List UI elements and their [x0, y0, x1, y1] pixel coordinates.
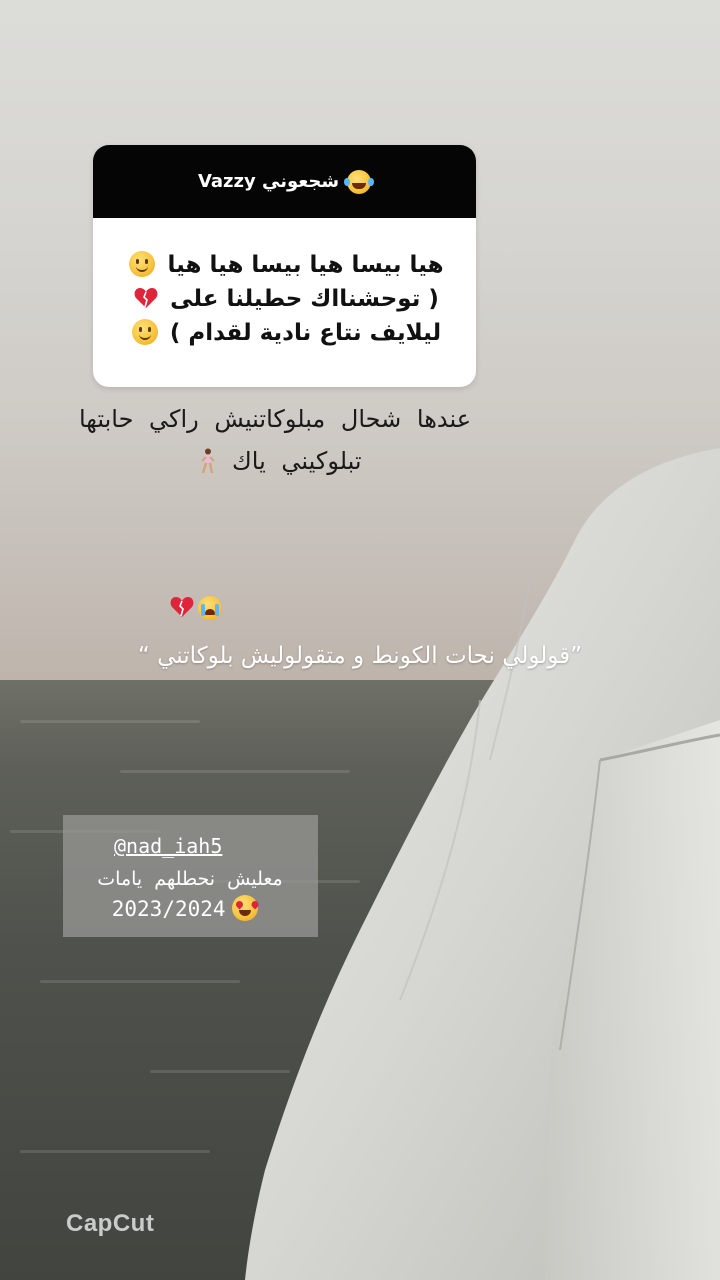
slightly-smiling-face-icon	[129, 251, 156, 277]
question-sticker[interactable]: شجعوني Vazzy هيا بيسا هيا بيسا هيا هيا (…	[93, 145, 476, 387]
mention-years: 2023/2024	[80, 893, 290, 925]
question-sticker-header: شجعوني Vazzy	[93, 145, 476, 218]
quote-text: ”قولولي نحات الكونط و متقولوليش بلوكاتني…	[137, 643, 583, 669]
caption-line-1: عندها شحال مبلوكاتنيش راكي حابتها	[78, 405, 472, 433]
question-line-1: هيا بيسا هيا بيسا هيا هيا	[123, 248, 446, 282]
broken-heart-icon	[134, 287, 158, 309]
question-sticker-title: شجعوني Vazzy	[197, 171, 340, 192]
woman-walking-icon	[198, 447, 216, 474]
question-line-2: ( توحشنااك حطيلنا على	[123, 282, 446, 316]
smiling-face-with-heart-eyes-icon	[232, 895, 259, 921]
slightly-smiling-face-icon	[131, 319, 158, 345]
loudly-crying-face-icon	[198, 596, 222, 620]
face-with-tears-of-joy-icon	[344, 169, 372, 194]
question-line-1-text: هيا بيسا هيا بيسا هيا هيا	[167, 252, 444, 278]
mention-handle[interactable]: @nad_iah5	[114, 834, 222, 858]
question-line-3-text: ليلايف نتاع نادية لقدام )	[169, 320, 442, 346]
broken-heart-icon	[170, 596, 194, 618]
caption-line-2-text: تبلوكيني ياك	[232, 447, 362, 475]
caption-line-2: تبلوكيني ياك	[160, 442, 400, 480]
question-sticker-body: هيا بيسا هيا بيسا هيا هيا ( توحشنااك حطي…	[93, 218, 476, 350]
question-line-2-text: ( توحشنااك حطيلنا على	[170, 286, 439, 312]
question-line-3: ليلايف نتاع نادية لقدام )	[123, 316, 446, 350]
mention-caption: معليش نحطلهم يامات	[97, 868, 283, 890]
years-text: 2023/2024	[111, 897, 226, 921]
quote-emojis	[170, 596, 222, 620]
capcut-watermark: CapCut	[66, 1210, 155, 1237]
